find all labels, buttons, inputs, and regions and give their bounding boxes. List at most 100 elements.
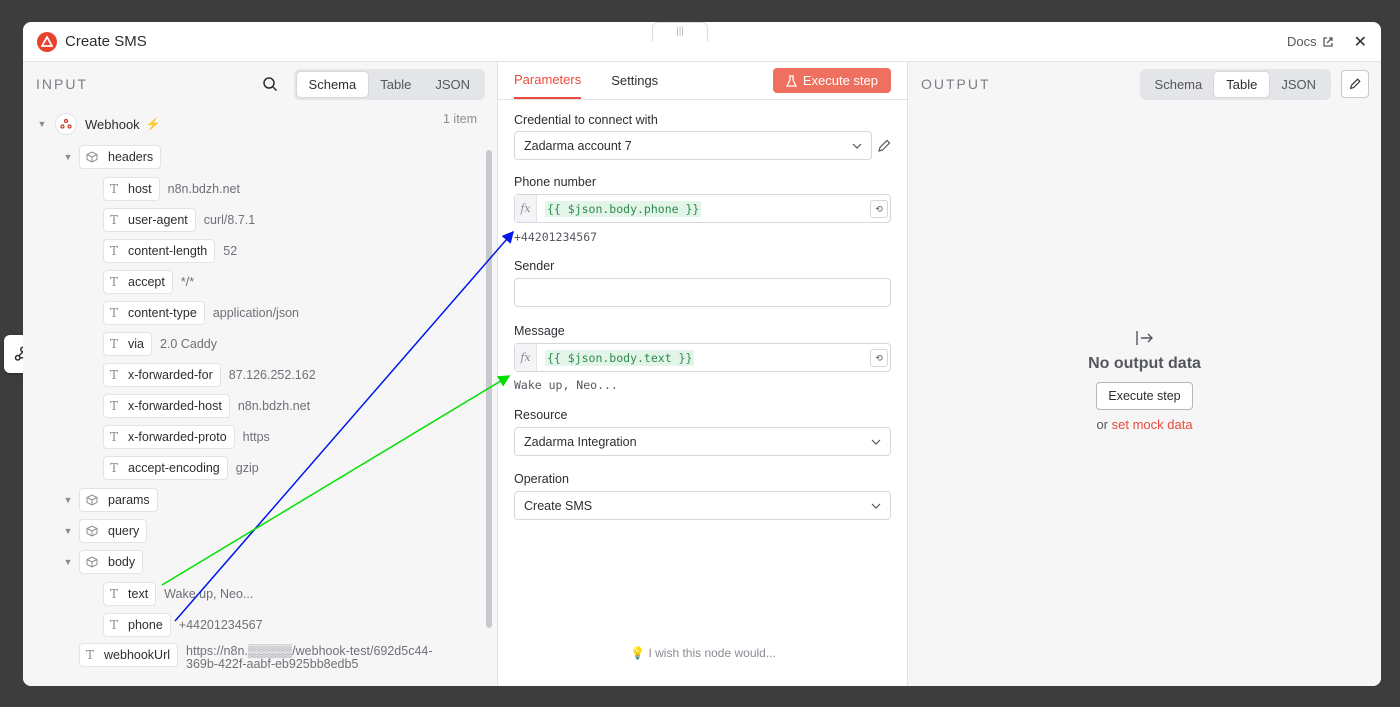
operation-value: Create SMS xyxy=(524,498,593,513)
string-pill[interactable]: Tx-forwarded-host xyxy=(103,394,230,418)
search-icon[interactable] xyxy=(262,76,278,92)
field-key: x-forwarded-host xyxy=(128,399,222,413)
tree-field-content-length[interactable]: Tcontent-length 52 xyxy=(103,238,237,264)
tree-field-content-type[interactable]: Tcontent-type application/json xyxy=(103,300,299,326)
edit-credential-icon[interactable] xyxy=(876,138,892,154)
no-output-title: No output data xyxy=(1088,355,1201,372)
tab-settings[interactable]: Settings xyxy=(611,62,658,99)
text-type-icon: T xyxy=(110,368,119,382)
string-pill[interactable]: Tcontent-length xyxy=(103,239,216,263)
panel-drag-handle[interactable]: ||| xyxy=(652,22,708,42)
tree-field-x-forwarded-for[interactable]: Tx-forwarded-for 87.126.252.162 xyxy=(103,362,316,388)
docs-link[interactable]: Docs xyxy=(1287,34,1334,49)
output-view-json[interactable]: JSON xyxy=(1269,72,1328,97)
text-type-icon: T xyxy=(110,182,119,196)
string-pill[interactable]: Thost xyxy=(103,177,160,201)
string-pill[interactable]: Tphone xyxy=(103,613,171,637)
field-key: via xyxy=(128,337,144,351)
object-pill[interactable]: body xyxy=(79,550,144,574)
edit-output-button[interactable] xyxy=(1341,70,1369,98)
string-pill[interactable]: Ttext xyxy=(103,582,157,606)
chevron-down-icon[interactable]: ▼ xyxy=(61,526,75,536)
input-view-schema[interactable]: Schema xyxy=(296,71,369,97)
docs-label: Docs xyxy=(1286,34,1317,49)
sender-input[interactable] xyxy=(514,278,891,307)
string-pill[interactable]: Tx-forwarded-proto xyxy=(103,425,235,449)
string-pill[interactable]: Tvia xyxy=(103,332,152,356)
field-key: query xyxy=(108,524,140,538)
field-value: n8n.bdzh.net xyxy=(237,399,311,413)
tree-field-accept-encoding[interactable]: Taccept-encoding gzip xyxy=(103,455,259,481)
string-pill[interactable]: Tcontent-type xyxy=(103,301,205,325)
execute-step-label: Execute step xyxy=(802,73,878,88)
object-pill[interactable]: params xyxy=(79,488,158,512)
pencil-icon xyxy=(1349,78,1361,90)
tree-field-text[interactable]: Ttext Wake up, Neo... xyxy=(103,581,253,607)
operation-select[interactable]: Create SMS xyxy=(514,491,891,520)
cube-icon xyxy=(86,525,98,537)
n8n-logo-icon xyxy=(37,31,57,52)
tree-field-user-agent[interactable]: Tuser-agent curl/8.7.1 xyxy=(103,207,255,233)
tree-root-webhook[interactable]: ▼ Webhook ⚡ xyxy=(35,111,161,137)
string-pill[interactable]: Tx-forwarded-for xyxy=(103,363,221,387)
output-view-schema[interactable]: Schema xyxy=(1143,72,1215,97)
trigger-bolt-icon: ⚡ xyxy=(145,117,161,131)
reset-icon[interactable]: ⟲ xyxy=(870,200,888,218)
object-pill[interactable]: headers xyxy=(79,145,162,169)
text-type-icon: T xyxy=(110,587,119,601)
logs-bar xyxy=(24,685,1376,707)
input-view-json[interactable]: JSON xyxy=(423,72,482,97)
object-pill[interactable]: query xyxy=(79,519,148,543)
field-value: application/json xyxy=(212,306,299,320)
tree-node-params[interactable]: ▼ params xyxy=(61,487,158,513)
fx-icon: fx xyxy=(515,344,537,371)
node-details-modal: Create SMS Docs ✕ INPUT Schema Table JSO… xyxy=(23,22,1381,686)
tree-node-headers[interactable]: ▼ headers xyxy=(61,144,162,170)
set-mock-data-link[interactable]: set mock data xyxy=(1112,417,1193,432)
reset-icon[interactable]: ⟲ xyxy=(870,349,888,367)
string-pill[interactable]: Taccept xyxy=(103,270,173,294)
close-icon[interactable]: ✕ xyxy=(1354,32,1367,52)
tree-node-body[interactable]: ▼ body xyxy=(61,549,144,575)
tree-field-host[interactable]: Thost n8n.bdzh.net xyxy=(103,176,240,202)
message-label: Message xyxy=(514,324,565,338)
feedback-label: I wish this node would... xyxy=(648,646,776,660)
string-pill[interactable]: Taccept-encoding xyxy=(103,456,228,480)
field-key: user-agent xyxy=(128,213,188,227)
chevron-down-icon[interactable]: ▼ xyxy=(61,557,75,567)
chevron-down-icon[interactable]: ▼ xyxy=(61,152,75,162)
tree-field-via[interactable]: Tvia 2.0 Caddy xyxy=(103,331,217,357)
string-pill[interactable]: Tuser-agent xyxy=(103,208,196,232)
lightbulb-icon: 💡 xyxy=(630,646,646,660)
string-pill[interactable]: TwebhookUrl xyxy=(79,643,179,667)
tree-field-accept[interactable]: Taccept */* xyxy=(103,269,194,295)
tree-field-webhook-url[interactable]: TwebhookUrl https://n8n.▒▒▒▒▒/webhook-te… xyxy=(79,643,433,675)
credential-select[interactable]: Zadarma account 7 xyxy=(514,131,872,160)
tab-parameters[interactable]: Parameters xyxy=(514,62,582,99)
feedback-link[interactable]: 💡 I wish this node would... xyxy=(498,646,908,660)
tree-field-x-forwarded-proto[interactable]: Tx-forwarded-proto https xyxy=(103,424,270,450)
resource-select[interactable]: Zadarma Integration xyxy=(514,427,891,456)
field-key: content-type xyxy=(128,306,197,320)
output-execute-button[interactable]: Execute step xyxy=(1096,382,1193,410)
tree-field-phone[interactable]: Tphone +44201234567 xyxy=(103,612,263,638)
resource-value: Zadarma Integration xyxy=(524,434,637,449)
output-view-switch: Schema Table JSON xyxy=(1139,68,1331,100)
message-preview: Wake up, Neo... xyxy=(514,378,618,392)
message-expression[interactable]: fx {{ $json.body.text }} ⟲ xyxy=(514,343,891,372)
field-value: https xyxy=(242,430,270,444)
execute-step-button[interactable]: Execute step xyxy=(772,68,891,93)
arrow-right-to-line-icon xyxy=(1135,331,1153,345)
tree-node-query[interactable]: ▼ query xyxy=(61,518,148,544)
field-value: curl/8.7.1 xyxy=(203,213,256,227)
phone-number-expression[interactable]: fx {{ $json.body.phone }} ⟲ xyxy=(514,194,891,223)
field-key: headers xyxy=(108,150,154,164)
tree-field-x-forwarded-host[interactable]: Tx-forwarded-host n8n.bdzh.net xyxy=(103,393,310,419)
input-scrollbar[interactable] xyxy=(486,150,492,628)
text-type-icon: T xyxy=(110,399,119,413)
chevron-down-icon[interactable]: ▼ xyxy=(61,495,75,505)
phone-expression-code: {{ $json.body.phone }} xyxy=(545,200,702,217)
input-view-table[interactable]: Table xyxy=(368,72,423,97)
output-view-table[interactable]: Table xyxy=(1214,71,1270,97)
chevron-down-icon[interactable]: ▼ xyxy=(35,119,49,129)
